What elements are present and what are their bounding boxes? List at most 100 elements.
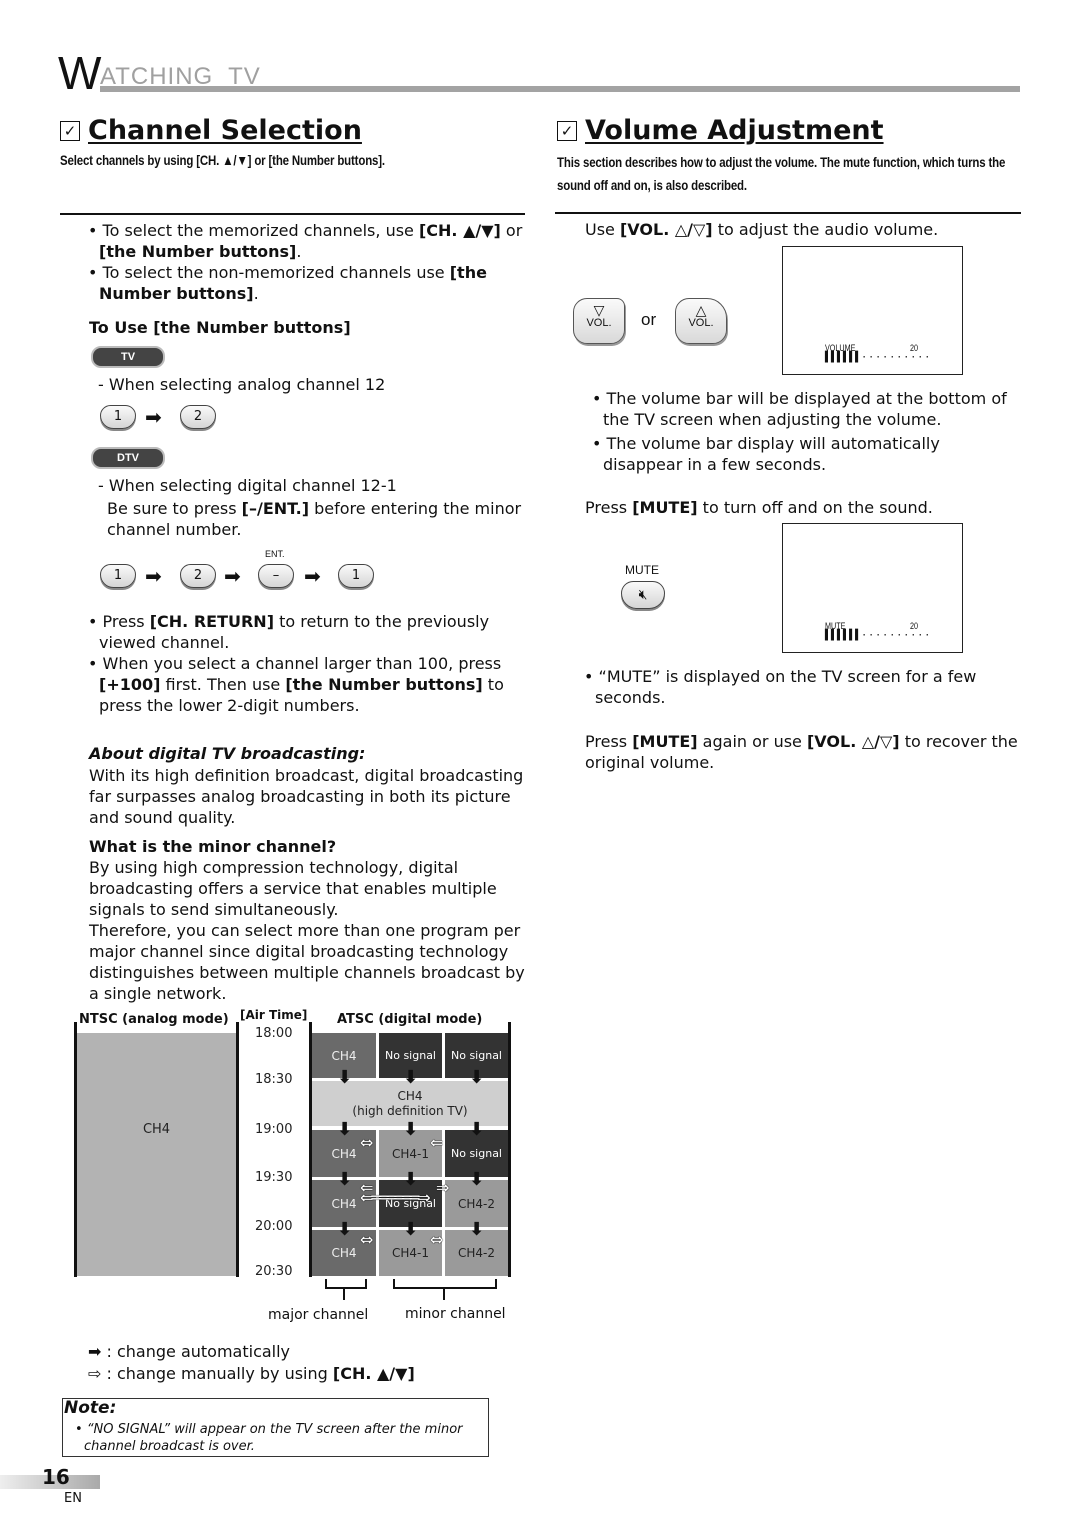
auto-arrow-icon: ⬇ bbox=[469, 1219, 485, 1240]
vol-use-text: Use [VOL. △/▽] to adjust the audio volum… bbox=[585, 220, 939, 239]
arrow-right-icon: ➡ bbox=[145, 564, 162, 588]
page-number: 16 bbox=[42, 1465, 70, 1489]
airtime-label: [Air Time] bbox=[240, 1008, 308, 1022]
time-label: 20:00 bbox=[255, 1219, 293, 1234]
major-bracket bbox=[325, 1279, 367, 1289]
ntsc-channel-label: CH4 bbox=[142, 1122, 171, 1137]
manual-arrow-icon: ⇔ bbox=[360, 1230, 374, 1249]
number-key-2: 2 bbox=[180, 564, 216, 588]
header-initial: W bbox=[58, 47, 102, 99]
minor-bracket-stem bbox=[443, 1288, 445, 1300]
auto-arrow-icon: ⬇ bbox=[337, 1169, 353, 1190]
volume-adjustment-subtitle: This section describes how to adjust the… bbox=[557, 154, 1006, 193]
auto-arrow-icon: ⬇ bbox=[469, 1119, 485, 1140]
number-key-2: 2 bbox=[180, 405, 216, 429]
auto-arrow-icon: ⬇ bbox=[337, 1219, 353, 1240]
number-key-1: 1 bbox=[338, 564, 374, 588]
or-label: or bbox=[641, 310, 657, 329]
divider bbox=[60, 213, 525, 215]
time-label: 18:30 bbox=[255, 1072, 293, 1087]
auto-arrow-icon: ⬇ bbox=[469, 1169, 485, 1190]
tv-screen-volume: VOLUME 20 ▌▌▌▌▌▌·········· bbox=[782, 246, 963, 375]
time-label: 20:30 bbox=[255, 1264, 293, 1279]
dash-ent-key: – bbox=[258, 564, 294, 588]
channel-bullets-2: • Press [CH. RETURN] to return to the pr… bbox=[88, 611, 528, 716]
note-title: Note: bbox=[64, 1398, 117, 1418]
about-text: With its high definition broadcast, digi… bbox=[89, 766, 524, 827]
major-channel-label: major channel bbox=[268, 1307, 369, 1323]
bullet-item: • Press [CH. RETURN] to return to the pr… bbox=[88, 612, 490, 652]
ent-label: ENT. bbox=[265, 549, 285, 559]
auto-arrow-icon: ⬇ bbox=[403, 1219, 419, 1240]
analog-caption: - When selecting analog channel 12 bbox=[98, 375, 386, 394]
time-label: 19:30 bbox=[255, 1170, 293, 1185]
note-box: Note: • “NO SIGNAL” will appear on the T… bbox=[62, 1398, 489, 1457]
arrow-right-icon: ➡ bbox=[145, 405, 162, 429]
minor-bracket bbox=[393, 1279, 497, 1289]
ntsc-label: NTSC (analog mode) bbox=[79, 1012, 229, 1027]
time-label: 19:00 bbox=[255, 1122, 293, 1137]
mute-button: 🔇︎ bbox=[621, 581, 665, 609]
auto-arrow-icon: ⬇ bbox=[403, 1119, 419, 1140]
digital-caption: - When selecting digital channel 12-1 bbox=[98, 476, 397, 495]
auto-arrow-icon: ⬇ bbox=[403, 1067, 419, 1088]
ntsc-right-line bbox=[236, 1022, 239, 1277]
mute-text: Press [MUTE] to turn off and on the soun… bbox=[585, 498, 933, 517]
dtv-mode-pill: DTV bbox=[91, 447, 165, 469]
manual-arrow-icon: ⇒ bbox=[436, 1178, 450, 1197]
arrow-right-icon: ➡ bbox=[304, 564, 321, 588]
number-key-1: 1 bbox=[100, 564, 136, 588]
auto-arrow-icon: ⬇ bbox=[337, 1067, 353, 1088]
tv-mode-pill: TV bbox=[91, 346, 165, 368]
vol-down-label: VOL. bbox=[586, 317, 612, 329]
ntsc-channel-block: CH4 bbox=[77, 1033, 236, 1276]
auto-arrow-icon: ⬇ bbox=[337, 1119, 353, 1140]
mute-speaker-icon: 🔇︎ bbox=[638, 587, 648, 603]
checkbox-icon: ✓ bbox=[60, 121, 80, 141]
manual-arrow-icon: ⇔ bbox=[360, 1133, 374, 1152]
recover-text: Press [MUTE] again or use [VOL. △/▽] to … bbox=[585, 732, 1018, 772]
bullet-item: • To select the non-memorized channels u… bbox=[88, 263, 487, 303]
volume-bullets: • The volume bar will be displayed at th… bbox=[592, 388, 1024, 475]
number-buttons-heading: To Use [the Number buttons] bbox=[89, 318, 351, 337]
language-label: EN bbox=[64, 1491, 82, 1506]
auto-arrow-icon: ➡ bbox=[88, 1342, 102, 1361]
bullet-item: • To select the memorized channels, use … bbox=[88, 221, 523, 261]
header-bar bbox=[100, 86, 1020, 92]
time-label: 18:00 bbox=[255, 1026, 293, 1041]
number-key-1: 1 bbox=[100, 405, 136, 429]
volume-bar: ▌▌▌▌▌▌·········· bbox=[825, 630, 932, 641]
auto-arrow-icon: ⬇ bbox=[469, 1067, 485, 1088]
note-text: • “NO SIGNAL” will appear on the TV scre… bbox=[75, 1422, 463, 1454]
triangle-down-icon: ▽ bbox=[593, 302, 605, 318]
auto-arrow-icon: ⬇ bbox=[403, 1169, 419, 1190]
atsc-label: ATSC (digital mode) bbox=[337, 1012, 483, 1027]
minor-text-2: Therefore, you can select more than one … bbox=[89, 921, 525, 1003]
vol-down-button: ▽ VOL. bbox=[573, 298, 625, 344]
hd-caption: (high definition TV) bbox=[352, 1103, 468, 1118]
about-heading: About digital TV broadcasting: bbox=[89, 744, 366, 763]
manual-arrow-icon: ⇐ bbox=[430, 1133, 444, 1152]
divider bbox=[555, 212, 1021, 214]
volume-bar: ▌▌▌▌▌▌·········· bbox=[825, 352, 932, 363]
manual-arrow-icon: ⇔ bbox=[430, 1230, 444, 1249]
manual-arrow-icon: ⇐══════⇒ bbox=[360, 1188, 431, 1207]
arrow-right-icon: ➡ bbox=[224, 564, 241, 588]
bullet-item: • The volume bar will be displayed at th… bbox=[592, 389, 1007, 429]
channel-bullets: • To select the memorized channels, use … bbox=[88, 220, 528, 304]
tv-screen-mute: MUTE 20 ▌▌▌▌▌▌·········· bbox=[782, 523, 963, 653]
mute-button-label: MUTE bbox=[625, 563, 659, 577]
vol-up-button: △ VOL. bbox=[675, 298, 727, 344]
channel-selection-title: ✓ Channel Selection bbox=[60, 115, 362, 147]
manual-arrow-icon: ⇨ bbox=[88, 1364, 102, 1383]
hd-channel: CH4 bbox=[397, 1088, 423, 1103]
volume-adjustment-title: ✓ Volume Adjustment bbox=[557, 115, 884, 147]
channel-selection-subtitle: Select channels by using [CH. ▲/▼] or [t… bbox=[60, 152, 385, 168]
atsc-right-line bbox=[508, 1022, 511, 1277]
legend-manual: ⇨ : change manually by using [CH. ▲/▼] bbox=[88, 1364, 415, 1383]
mute-bullet: • “MUTE” is displayed on the TV screen f… bbox=[584, 667, 977, 707]
minor-heading: What is the minor channel? bbox=[89, 837, 337, 856]
major-bracket-stem bbox=[343, 1288, 345, 1300]
vol-up-label: VOL. bbox=[688, 317, 714, 329]
minor-text-1: By using high compression technology, di… bbox=[89, 858, 497, 919]
